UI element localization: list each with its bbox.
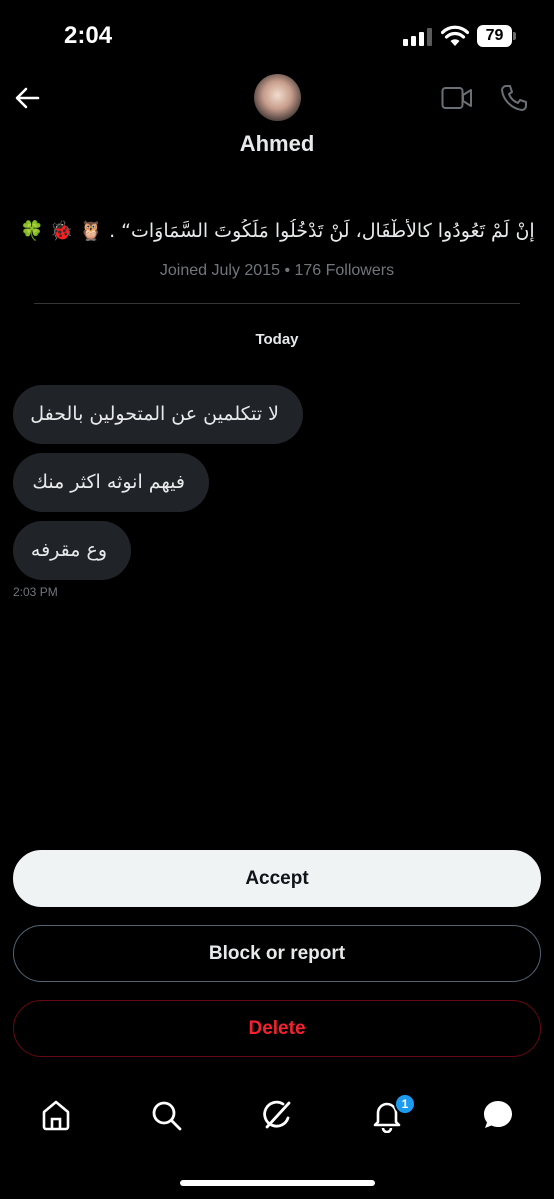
- message-bubble[interactable]: فيهم انوثه اكثر منك: [13, 453, 209, 512]
- wifi-icon: [441, 25, 469, 47]
- messages-icon[interactable]: [480, 1097, 516, 1133]
- message-bubble[interactable]: لا تتكلمين عن المتحولين بالحفل: [13, 385, 303, 444]
- cellular-signal-icon: [403, 28, 433, 46]
- back-arrow-icon[interactable]: [12, 82, 44, 114]
- search-icon[interactable]: [148, 1097, 184, 1133]
- phone-call-icon[interactable]: [499, 83, 529, 113]
- notification-badge: 1: [394, 1093, 416, 1115]
- message-bubble[interactable]: وع مقرفه: [13, 521, 131, 580]
- status-time: 2:04: [64, 22, 113, 49]
- battery-level: 79: [477, 25, 512, 47]
- message-timestamp: 2:03 PM: [13, 585, 58, 599]
- day-label: Today: [255, 331, 299, 348]
- accept-button[interactable]: Accept: [13, 850, 541, 907]
- delete-button[interactable]: Delete: [13, 1000, 541, 1057]
- avatar[interactable]: [254, 74, 301, 121]
- profile-bio: 🍀 🐞 🦉 . “إِنْ لَمْ تَعُودُوا كالأَطْفَال…: [20, 220, 534, 242]
- dm-request-screen: 2:04 79 Ahmed 🍀 🐞 🦉 . “إِنْ لَمْ تَعُودُ…: [0, 0, 554, 1199]
- divider: [34, 303, 520, 304]
- video-call-icon[interactable]: [441, 85, 473, 111]
- profile-name[interactable]: Ahmed: [0, 131, 554, 157]
- block-or-report-button[interactable]: Block or report: [13, 925, 541, 982]
- grok-icon[interactable]: [259, 1097, 295, 1133]
- profile-meta: Joined July 2015 • 176 Followers: [159, 262, 395, 279]
- home-icon[interactable]: [38, 1097, 74, 1133]
- battery-icon: 79: [477, 25, 517, 47]
- home-indicator: [180, 1180, 375, 1186]
